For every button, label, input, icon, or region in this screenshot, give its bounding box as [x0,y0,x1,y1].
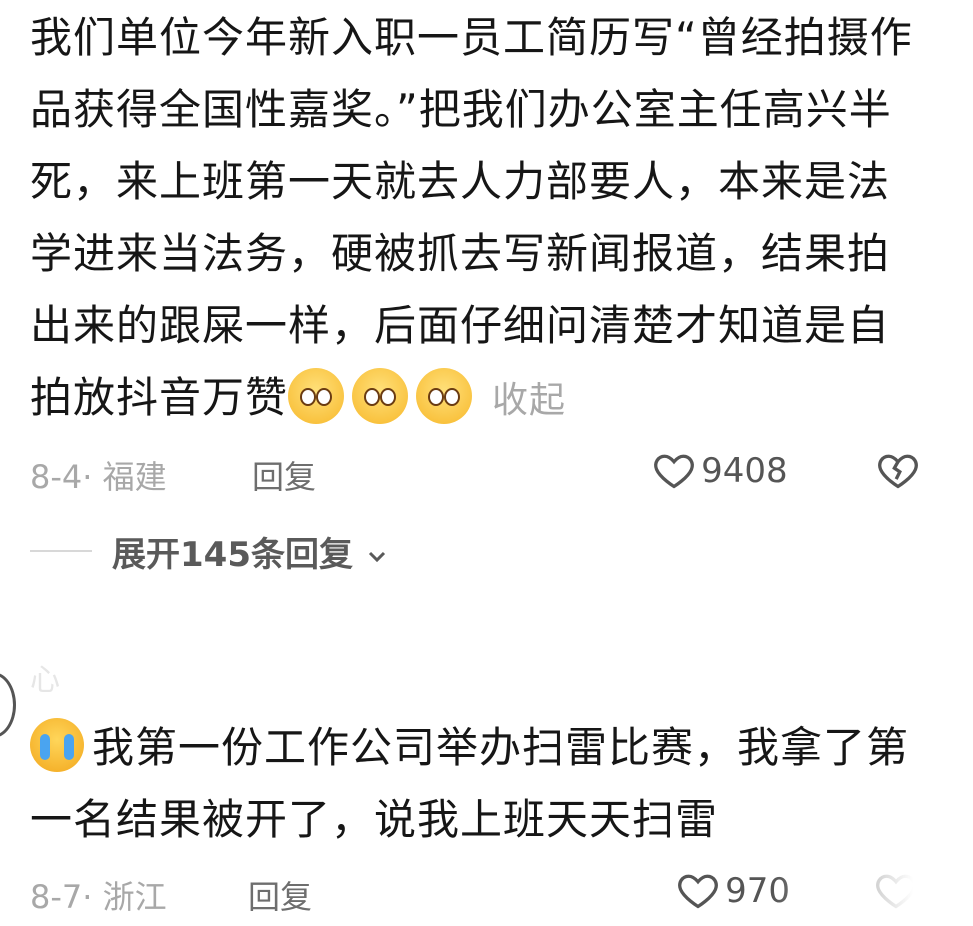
reply-button[interactable]: 回复 [248,872,312,918]
divider-line [30,550,92,552]
comment-meta: 8-4· 福建 [30,458,167,496]
heart-icon [678,874,718,909]
loudly-crying-face-icon [30,718,84,772]
pleading-face-icon [416,368,473,424]
pleading-face-icon [288,368,345,424]
heart-icon [654,454,694,489]
comment-body: 我们单位今年新入职一员工简历写“曾经拍摄作品获得全国性嘉奖。”把我们办公室主任高… [30,13,913,422]
chevron-down-icon [368,551,385,563]
username[interactable]: 心 [30,655,60,699]
reply-button[interactable]: 回复 [252,452,316,498]
like-button[interactable]: 9408 [652,448,788,492]
pleading-face-icon [352,368,409,424]
comment-text: 我们单位今年新入职一员工简历写“曾经拍摄作品获得全国性嘉奖。”把我们办公室主任高… [30,2,930,437]
bottom-fade-overlay [773,860,973,926]
expand-replies-button[interactable]: 展开145条回复 [112,527,389,576]
broken-heart-icon [878,454,918,489]
like-count: 9408 [701,451,788,491]
comment-text: 我第一份工作公司举办扫雷比赛，我拿了第一名结果被开了，说我上班天天扫雷 [30,712,930,856]
comment-meta: 8-7· 浙江 [30,878,167,916]
dislike-button[interactable] [876,448,920,496]
expand-replies-label: 展开145条回复 [112,535,353,575]
comment-body: 我第一份工作公司举办扫雷比赛，我拿了第一名结果被开了，说我上班天天扫雷 [30,723,910,844]
collapse-link[interactable]: 收起 [492,380,566,421]
avatar[interactable] [0,672,16,738]
